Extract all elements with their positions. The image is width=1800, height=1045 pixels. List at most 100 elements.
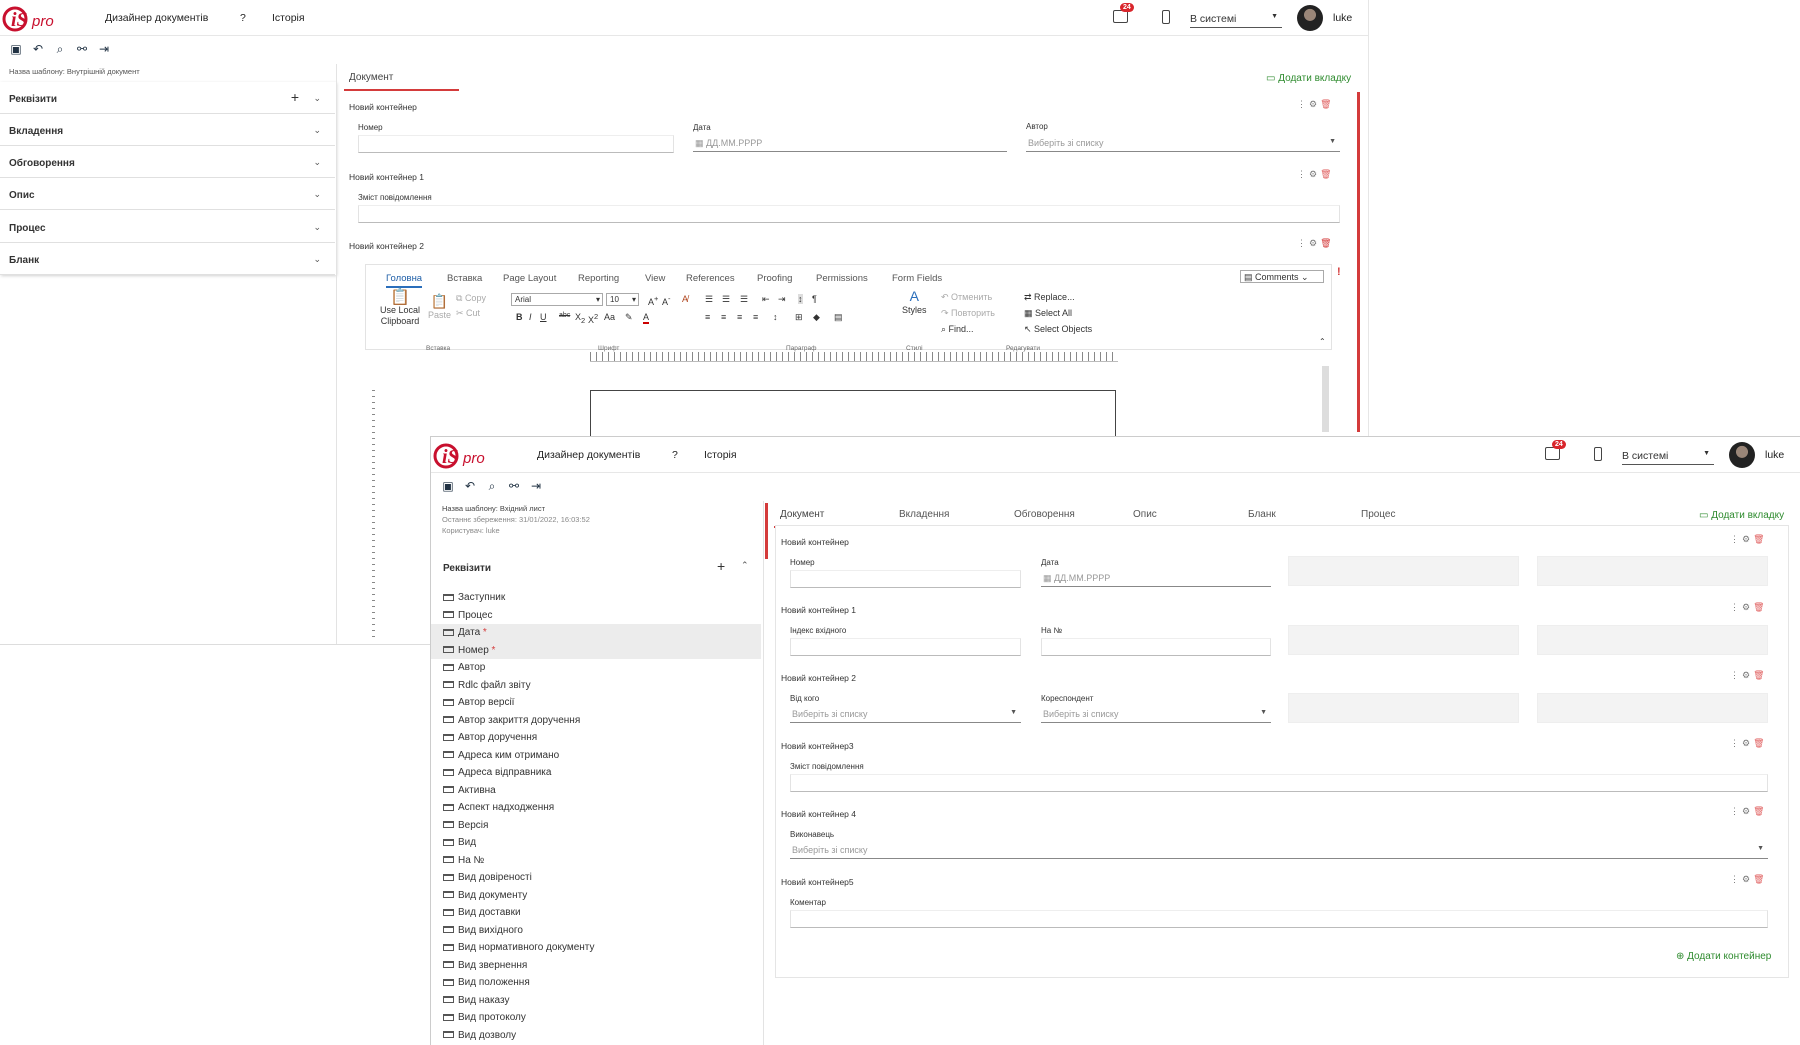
link-icon[interactable]: ⚯	[507, 479, 521, 493]
ribbon-tab-form-fields[interactable]: Form Fields	[892, 273, 942, 284]
bullets-icon[interactable]: ☰	[705, 294, 713, 305]
tab-document[interactable]: Документ	[344, 72, 459, 91]
list-item[interactable]: Номер *	[431, 641, 761, 659]
tab-attachments[interactable]: Вкладення	[899, 509, 949, 520]
gear-icon[interactable]: ⚙	[1309, 169, 1320, 179]
indent-icon[interactable]: ⇥	[778, 294, 786, 305]
executor-select[interactable]: Виберіть зі списку ▼	[790, 841, 1768, 859]
nav-help[interactable]: ?	[672, 449, 678, 461]
delete-icon[interactable]: 🗑	[1753, 670, 1767, 680]
list-item[interactable]: Вид положення	[431, 974, 761, 992]
list-item[interactable]: Адреса відправника	[431, 764, 761, 782]
delete-icon[interactable]: 🗑	[1320, 238, 1334, 248]
find-button[interactable]: ⌕ Find...	[941, 324, 974, 335]
more-icon[interactable]: ⋮	[1730, 602, 1742, 612]
list-item[interactable]: Аспект надходження	[431, 799, 761, 817]
empty-slot[interactable]	[1537, 625, 1768, 655]
accordion-discussion[interactable]: Обговорення ⌄	[0, 146, 335, 178]
font-color-icon[interactable]: A	[643, 312, 650, 324]
subscript-icon[interactable]: X2	[575, 312, 585, 325]
paragraph-icon[interactable]: ▤	[834, 312, 843, 323]
cut-button[interactable]: ✂ Cut	[456, 308, 480, 319]
ribbon-tab-proofing[interactable]: Proofing	[757, 273, 792, 284]
more-icon[interactable]: ⋮	[1730, 534, 1742, 544]
message-input[interactable]	[358, 205, 1340, 223]
notifications-icon[interactable]: 24	[1113, 3, 1134, 23]
empty-slot[interactable]	[1288, 556, 1519, 586]
author-select[interactable]: Виберіть зі списку ▼	[1026, 134, 1340, 152]
list-item[interactable]: Дата *	[431, 624, 761, 642]
strikethrough-icon[interactable]: abc	[559, 312, 570, 319]
accordion-requisites[interactable]: Реквізити + ⌄	[0, 82, 335, 114]
comments-button[interactable]: ▤ Comments ⌄	[1240, 270, 1324, 283]
font-select[interactable]: Arial ▾	[511, 293, 603, 306]
nav-help[interactable]: ?	[240, 12, 246, 24]
ribbon-tab-page-layout[interactable]: Page Layout	[503, 273, 556, 284]
list-item[interactable]: Автор версії	[431, 694, 761, 712]
list-item[interactable]: На №	[431, 852, 761, 870]
ribbon-tab-insert[interactable]: Вставка	[447, 273, 482, 284]
list-item[interactable]: Вид довіреності	[431, 869, 761, 887]
list-item[interactable]: Вид наказу	[431, 992, 761, 1010]
list-item[interactable]: Вид протоколу	[431, 1009, 761, 1027]
list-item[interactable]: Автор закриття доручення	[431, 712, 761, 730]
ispro-logo[interactable]: iS pro	[433, 440, 489, 472]
tab-description[interactable]: Опис	[1133, 509, 1157, 520]
list-item[interactable]: Вид документу	[431, 887, 761, 905]
gear-icon[interactable]: ⚙	[1742, 534, 1753, 544]
borders-icon[interactable]: ⊞	[795, 312, 803, 323]
nav-designer[interactable]: Дизайнер документів	[537, 449, 640, 461]
copy-button[interactable]: ⧉ Copy	[456, 293, 486, 304]
nav-designer[interactable]: Дизайнер документів	[105, 12, 208, 24]
italic-icon[interactable]: I	[529, 312, 532, 322]
preview-icon[interactable]: ⌕	[53, 42, 67, 56]
list-item[interactable]: Вид доставки	[431, 904, 761, 922]
ribbon-tab-references[interactable]: References	[686, 273, 735, 284]
list-item[interactable]: Заступник	[431, 589, 761, 607]
font-size-select[interactable]: 10 ▾	[606, 293, 639, 306]
correspondent-select[interactable]: Виберіть зі списку ▼	[1041, 705, 1271, 723]
avatar[interactable]	[1729, 442, 1755, 468]
exit-icon[interactable]: ⇥	[529, 479, 543, 493]
list-item[interactable]: Вид вихідного	[431, 922, 761, 940]
save-icon[interactable]: ▣	[9, 42, 23, 56]
styles-button[interactable]: A Styles	[902, 289, 927, 316]
underline-icon[interactable]: U	[540, 312, 547, 322]
mobile-icon[interactable]	[1162, 10, 1170, 24]
list-item[interactable]: Автор доручення	[431, 729, 761, 747]
empty-slot[interactable]	[1288, 625, 1519, 655]
ribbon-tab-permissions[interactable]: Permissions	[816, 273, 868, 284]
delete-icon[interactable]: 🗑	[1753, 874, 1767, 884]
more-icon[interactable]: ⋮	[1730, 806, 1742, 816]
tab-blank[interactable]: Бланк	[1248, 509, 1276, 520]
change-case-icon[interactable]: Aa	[604, 312, 615, 322]
number-input[interactable]	[790, 570, 1021, 588]
align-center-icon[interactable]: ≡	[721, 312, 726, 322]
chevron-up-icon[interactable]: ⌃	[741, 560, 749, 571]
select-objects-button[interactable]: ↖ Select Objects	[1024, 324, 1092, 335]
ispro-logo[interactable]: iS pro	[2, 3, 58, 35]
delete-icon[interactable]: 🗑	[1753, 806, 1767, 816]
more-icon[interactable]: ⋮	[1297, 238, 1309, 248]
ribbon-tab-view[interactable]: View	[645, 273, 665, 284]
more-icon[interactable]: ⋮	[1730, 670, 1742, 680]
outdent-icon[interactable]: ⇤	[762, 294, 770, 305]
add-icon[interactable]: +	[291, 89, 299, 105]
list-item[interactable]: Rdlc файл звіту	[431, 677, 761, 695]
accordion-process[interactable]: Процес ⌄	[0, 211, 335, 243]
empty-slot[interactable]	[1288, 693, 1519, 723]
undo-button[interactable]: ↶ Отменить	[941, 292, 992, 303]
exit-icon[interactable]: ⇥	[97, 42, 111, 56]
empty-slot[interactable]	[1537, 556, 1768, 586]
gear-icon[interactable]: ⚙	[1309, 99, 1320, 109]
date-input[interactable]: ▦ ДД.ММ.РРРР	[1041, 569, 1271, 587]
ruler[interactable]	[590, 352, 1118, 362]
use-local-clipboard-button[interactable]: 📋 Use Local Clipboard	[377, 290, 423, 327]
multilevel-icon[interactable]: ☰	[740, 294, 748, 305]
numbering-icon[interactable]: ☰	[722, 294, 730, 305]
more-icon[interactable]: ⋮	[1730, 874, 1742, 884]
select-all-button[interactable]: ▦ Select All	[1024, 308, 1072, 319]
collapse-ribbon-icon[interactable]: ⌃	[1319, 337, 1326, 346]
status-select[interactable]: В системі ▼	[1190, 10, 1282, 28]
delete-icon[interactable]: 🗑	[1753, 534, 1767, 544]
